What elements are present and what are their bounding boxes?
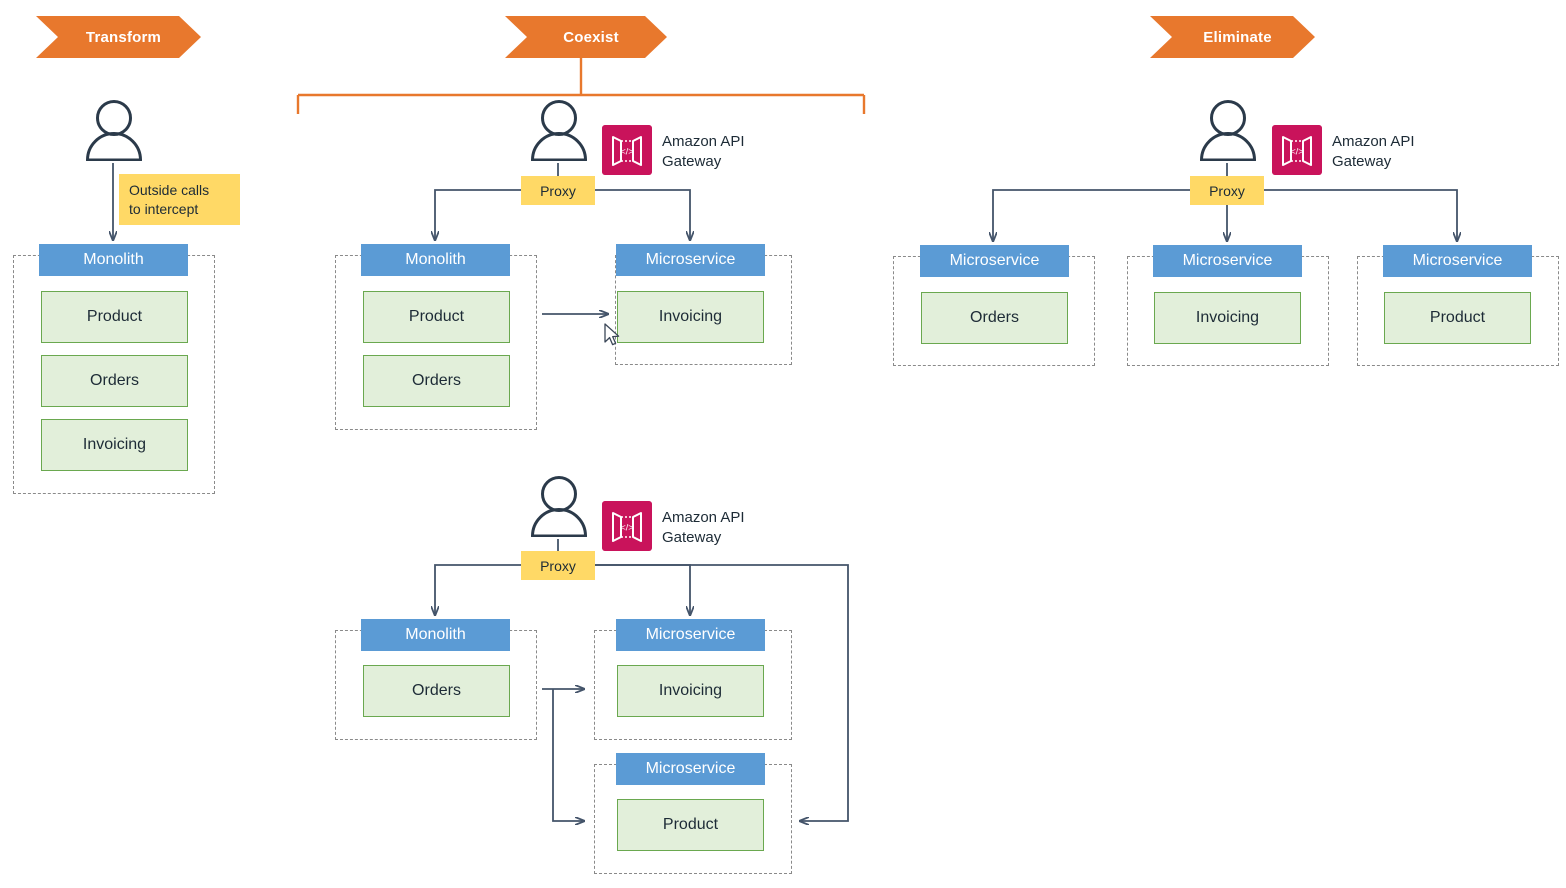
header-label: Monolith <box>405 251 466 268</box>
api-gateway-icon: </> <box>602 125 652 175</box>
module-invoicing[interactable]: Invoicing <box>617 291 764 343</box>
proxy-box[interactable]: Proxy <box>521 551 595 580</box>
header-monolith: Monolith <box>361 619 510 651</box>
api-gateway-icon: </> <box>602 501 652 551</box>
header-monolith: Monolith <box>39 244 188 276</box>
module-label: Product <box>86 308 143 325</box>
header-label: Microservice <box>645 251 736 268</box>
module-label: Invoicing <box>658 682 723 699</box>
module-label: Invoicing <box>82 436 147 453</box>
api-gateway-label: Amazon API Gateway <box>662 133 745 171</box>
proxy-box[interactable]: Proxy <box>1190 176 1264 205</box>
user-actor-icon <box>1199 99 1257 162</box>
header-monolith: Monolith <box>361 244 510 276</box>
module-label: Invoicing <box>1195 309 1260 326</box>
module-label: Orders <box>412 372 461 389</box>
module-orders[interactable]: Orders <box>41 355 188 407</box>
phase-banner-transform[interactable]: Transform <box>36 16 201 58</box>
proxy-label: Proxy <box>1209 182 1245 199</box>
phase-label: Coexist <box>563 28 619 46</box>
module-invoicing[interactable]: Invoicing <box>41 419 188 471</box>
header-microservice: Microservice <box>616 244 765 276</box>
module-label: Invoicing <box>658 308 723 325</box>
phase-label: Eliminate <box>1203 28 1272 46</box>
api-gateway-icon: </> <box>1272 125 1322 175</box>
module-label: Product <box>1429 309 1486 326</box>
module-label: Product <box>408 308 465 325</box>
header-microservice: Microservice <box>920 245 1069 277</box>
api-gateway-label: Amazon API Gateway <box>1332 133 1415 171</box>
header-microservice: Microservice <box>1153 245 1302 277</box>
header-label: Microservice <box>1182 252 1273 269</box>
phase-label: Transform <box>85 28 162 46</box>
header-label: Microservice <box>645 760 736 777</box>
svg-text:</>: </> <box>1290 147 1303 157</box>
header-microservice: Microservice <box>616 753 765 785</box>
header-label: Monolith <box>83 251 144 268</box>
module-orders[interactable]: Orders <box>363 665 510 717</box>
module-label: Orders <box>412 682 461 699</box>
module-label: Product <box>662 816 719 833</box>
user-actor-icon <box>85 99 143 162</box>
note-outside-calls: Outside calls to intercept <box>119 174 240 225</box>
note-line-1: Outside calls <box>129 181 210 198</box>
header-label: Microservice <box>645 626 736 643</box>
header-microservice: Microservice <box>616 619 765 651</box>
diagram-canvas: Transform Coexist Eliminate Outside call… <box>0 0 1566 888</box>
module-product[interactable]: Product <box>41 291 188 343</box>
module-orders[interactable]: Orders <box>363 355 510 407</box>
proxy-label: Proxy <box>540 557 576 574</box>
svg-text:</>: </> <box>620 523 633 533</box>
mouse-cursor <box>604 323 622 349</box>
proxy-label: Proxy <box>540 182 576 199</box>
proxy-box[interactable]: Proxy <box>521 176 595 205</box>
svg-text:</>: </> <box>620 147 633 157</box>
module-label: Orders <box>970 309 1019 326</box>
phase-banner-eliminate[interactable]: Eliminate <box>1150 16 1315 58</box>
user-actor-icon <box>530 475 588 538</box>
module-product[interactable]: Product <box>1384 292 1531 344</box>
note-line-2: to intercept <box>129 200 199 217</box>
header-label: Monolith <box>405 626 466 643</box>
header-label: Microservice <box>1412 252 1503 269</box>
api-gateway-label: Amazon API Gateway <box>662 509 745 547</box>
module-product[interactable]: Product <box>617 799 764 851</box>
phase-banner-coexist[interactable]: Coexist <box>505 16 667 58</box>
header-label: Microservice <box>949 252 1040 269</box>
module-product[interactable]: Product <box>363 291 510 343</box>
module-label: Orders <box>90 372 139 389</box>
module-invoicing[interactable]: Invoicing <box>1154 292 1301 344</box>
module-orders[interactable]: Orders <box>921 292 1068 344</box>
module-invoicing[interactable]: Invoicing <box>617 665 764 717</box>
user-actor-icon <box>530 99 588 162</box>
header-microservice: Microservice <box>1383 245 1532 277</box>
